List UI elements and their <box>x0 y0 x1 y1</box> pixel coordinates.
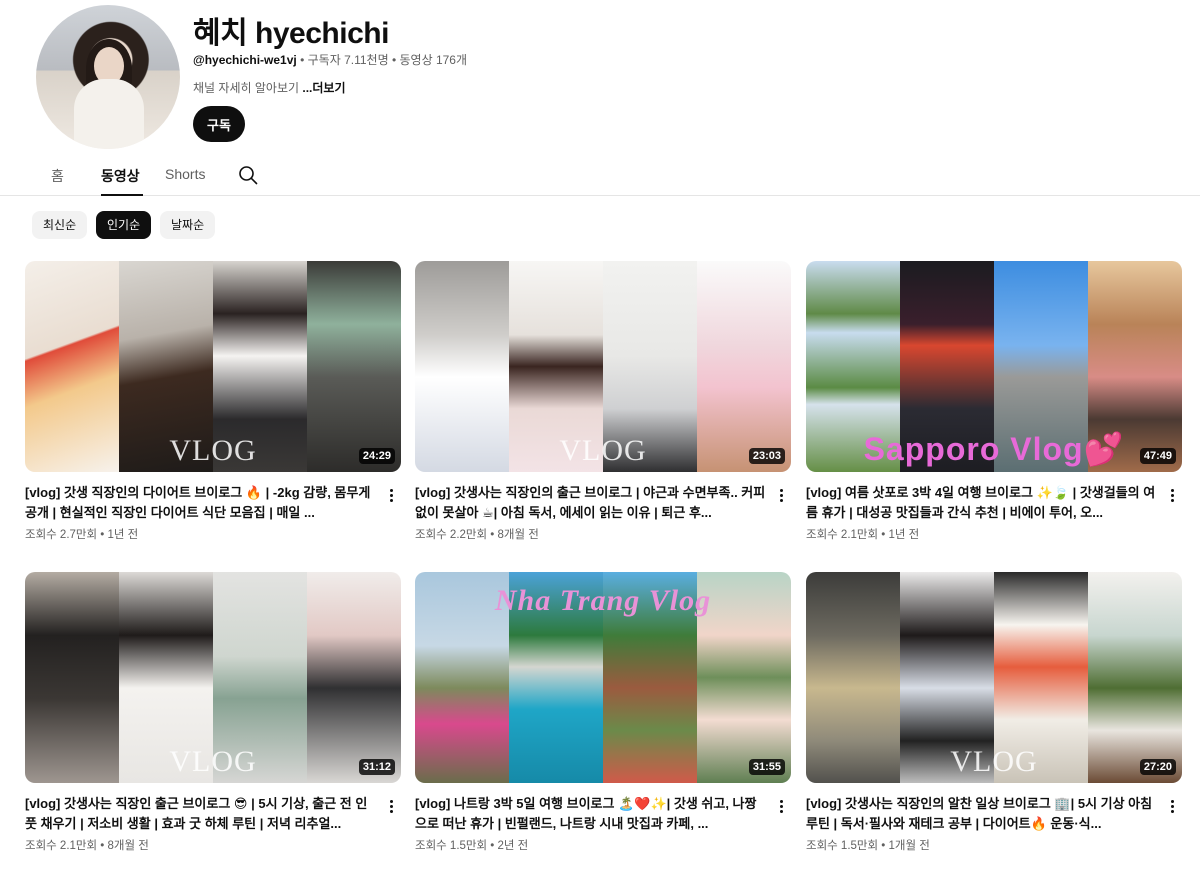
channel-name: 혜치 hyechichi <box>193 17 389 50</box>
video-meta: 조회수 1.5만회 • 1개월 전 <box>806 840 930 852</box>
chip-latest[interactable]: 최신순 <box>32 211 88 239</box>
video-title[interactable]: [vlog] 갓생사는 직장인 출근 브이로그 😎 | 5시 기상, 출근 전 … <box>25 794 377 834</box>
video-card[interactable]: Nha Trang Vlog 31:55 [vlog] 나트랑 3박 5일 여행… <box>415 572 791 852</box>
video-duration: 23:03 <box>748 448 785 464</box>
more-actions-icon[interactable] <box>383 798 399 818</box>
more-actions-icon[interactable] <box>1164 487 1180 507</box>
thumbnail-overlay-text: VLOG <box>169 745 257 778</box>
video-card[interactable]: VLOG 27:20 [vlog] 갓생사는 직장인의 알찬 일상 브이로그 🏢… <box>806 572 1182 852</box>
channel-meta: @hyechichi-we1vj • 구독자 7.11천명 • 동영상 176개 <box>193 51 467 68</box>
search-icon[interactable] <box>238 165 258 185</box>
video-meta: 조회수 2.2만회 • 8개월 전 <box>415 529 539 541</box>
video-card[interactable]: VLOG 23:03 [vlog] 갓생사는 직장인의 출근 브이로그 | 야근… <box>415 261 791 541</box>
video-thumbnail[interactable]: VLOG 24:29 <box>25 261 401 472</box>
channel-avatar[interactable] <box>36 5 180 149</box>
thumbnail-overlay-text: Sapporo Vlog💕 <box>863 431 1125 467</box>
thumbnail-overlay-text: VLOG <box>559 434 647 467</box>
video-duration: 47:49 <box>1139 448 1176 464</box>
video-duration: 31:12 <box>358 759 395 775</box>
tab-home[interactable]: 홈 <box>51 166 64 186</box>
video-duration: 24:29 <box>358 448 395 464</box>
more-link[interactable]: ...더보기 <box>302 81 345 95</box>
chip-oldest[interactable]: 날짜순 <box>160 211 216 239</box>
video-meta: 조회수 2.1만회 • 8개월 전 <box>25 840 149 852</box>
more-actions-icon[interactable] <box>773 798 789 818</box>
active-tab-indicator <box>101 194 143 196</box>
video-card[interactable]: VLOG 24:29 [vlog] 갓생 직장인의 다이어트 브이로그 🔥 | … <box>25 261 401 541</box>
video-title[interactable]: [vlog] 여름 삿포로 3박 4일 여행 브이로그 ✨🍃 | 갓생걸들의 여… <box>806 483 1158 523</box>
thumbnail-overlay-text: VLOG <box>169 434 257 467</box>
video-thumbnail[interactable]: Nha Trang Vlog 31:55 <box>415 572 791 783</box>
video-card[interactable]: Sapporo Vlog💕 47:49 [vlog] 여름 삿포로 3박 4일 … <box>806 261 1182 541</box>
more-actions-icon[interactable] <box>1164 798 1180 818</box>
description-text: 채널 자세히 알아보기 <box>193 81 300 95</box>
video-meta: 조회수 2.7만회 • 1년 전 <box>25 529 139 541</box>
chip-popular[interactable]: 인기순 <box>96 211 152 239</box>
channel-handle: @hyechichi-we1vj <box>193 53 297 67</box>
video-title[interactable]: [vlog] 갓생사는 직장인의 출근 브이로그 | 야근과 수면부족.. 커피… <box>415 483 767 523</box>
video-thumbnail[interactable]: VLOG 27:20 <box>806 572 1182 783</box>
channel-stats: • 구독자 7.11천명 • 동영상 176개 <box>300 53 468 67</box>
channel-tabs: 홈 동영상 Shorts <box>0 154 1200 196</box>
more-actions-icon[interactable] <box>383 487 399 507</box>
video-title[interactable]: [vlog] 나트랑 3박 5일 여행 브이로그 🏝️❤️✨| 갓생 쉬고, 나… <box>415 794 767 834</box>
channel-description[interactable]: 채널 자세히 알아보기 ...더보기 <box>193 79 346 96</box>
tab-videos[interactable]: 동영상 <box>101 166 140 186</box>
video-thumbnail[interactable]: VLOG 31:12 <box>25 572 401 783</box>
thumbnail-overlay-text: Nha Trang Vlog <box>494 584 712 617</box>
video-title[interactable]: [vlog] 갓생사는 직장인의 알찬 일상 브이로그 🏢| 5시 기상 아침 … <box>806 794 1158 834</box>
video-thumbnail[interactable]: VLOG 23:03 <box>415 261 791 472</box>
more-actions-icon[interactable] <box>773 487 789 507</box>
video-meta: 조회수 2.1만회 • 1년 전 <box>806 529 920 541</box>
video-card[interactable]: VLOG 31:12 [vlog] 갓생사는 직장인 출근 브이로그 😎 | 5… <box>25 572 401 852</box>
video-meta: 조회수 1.5만회 • 2년 전 <box>415 840 529 852</box>
video-title[interactable]: [vlog] 갓생 직장인의 다이어트 브이로그 🔥 | -2kg 감량, 몸무… <box>25 483 377 523</box>
video-duration: 27:20 <box>1139 759 1176 775</box>
subscribe-button[interactable]: 구독 <box>193 106 245 142</box>
avatar-body <box>74 79 144 149</box>
tab-shorts[interactable]: Shorts <box>165 166 205 182</box>
video-thumbnail[interactable]: Sapporo Vlog💕 47:49 <box>806 261 1182 472</box>
video-duration: 31:55 <box>748 759 785 775</box>
thumbnail-overlay-text: VLOG <box>950 745 1038 778</box>
